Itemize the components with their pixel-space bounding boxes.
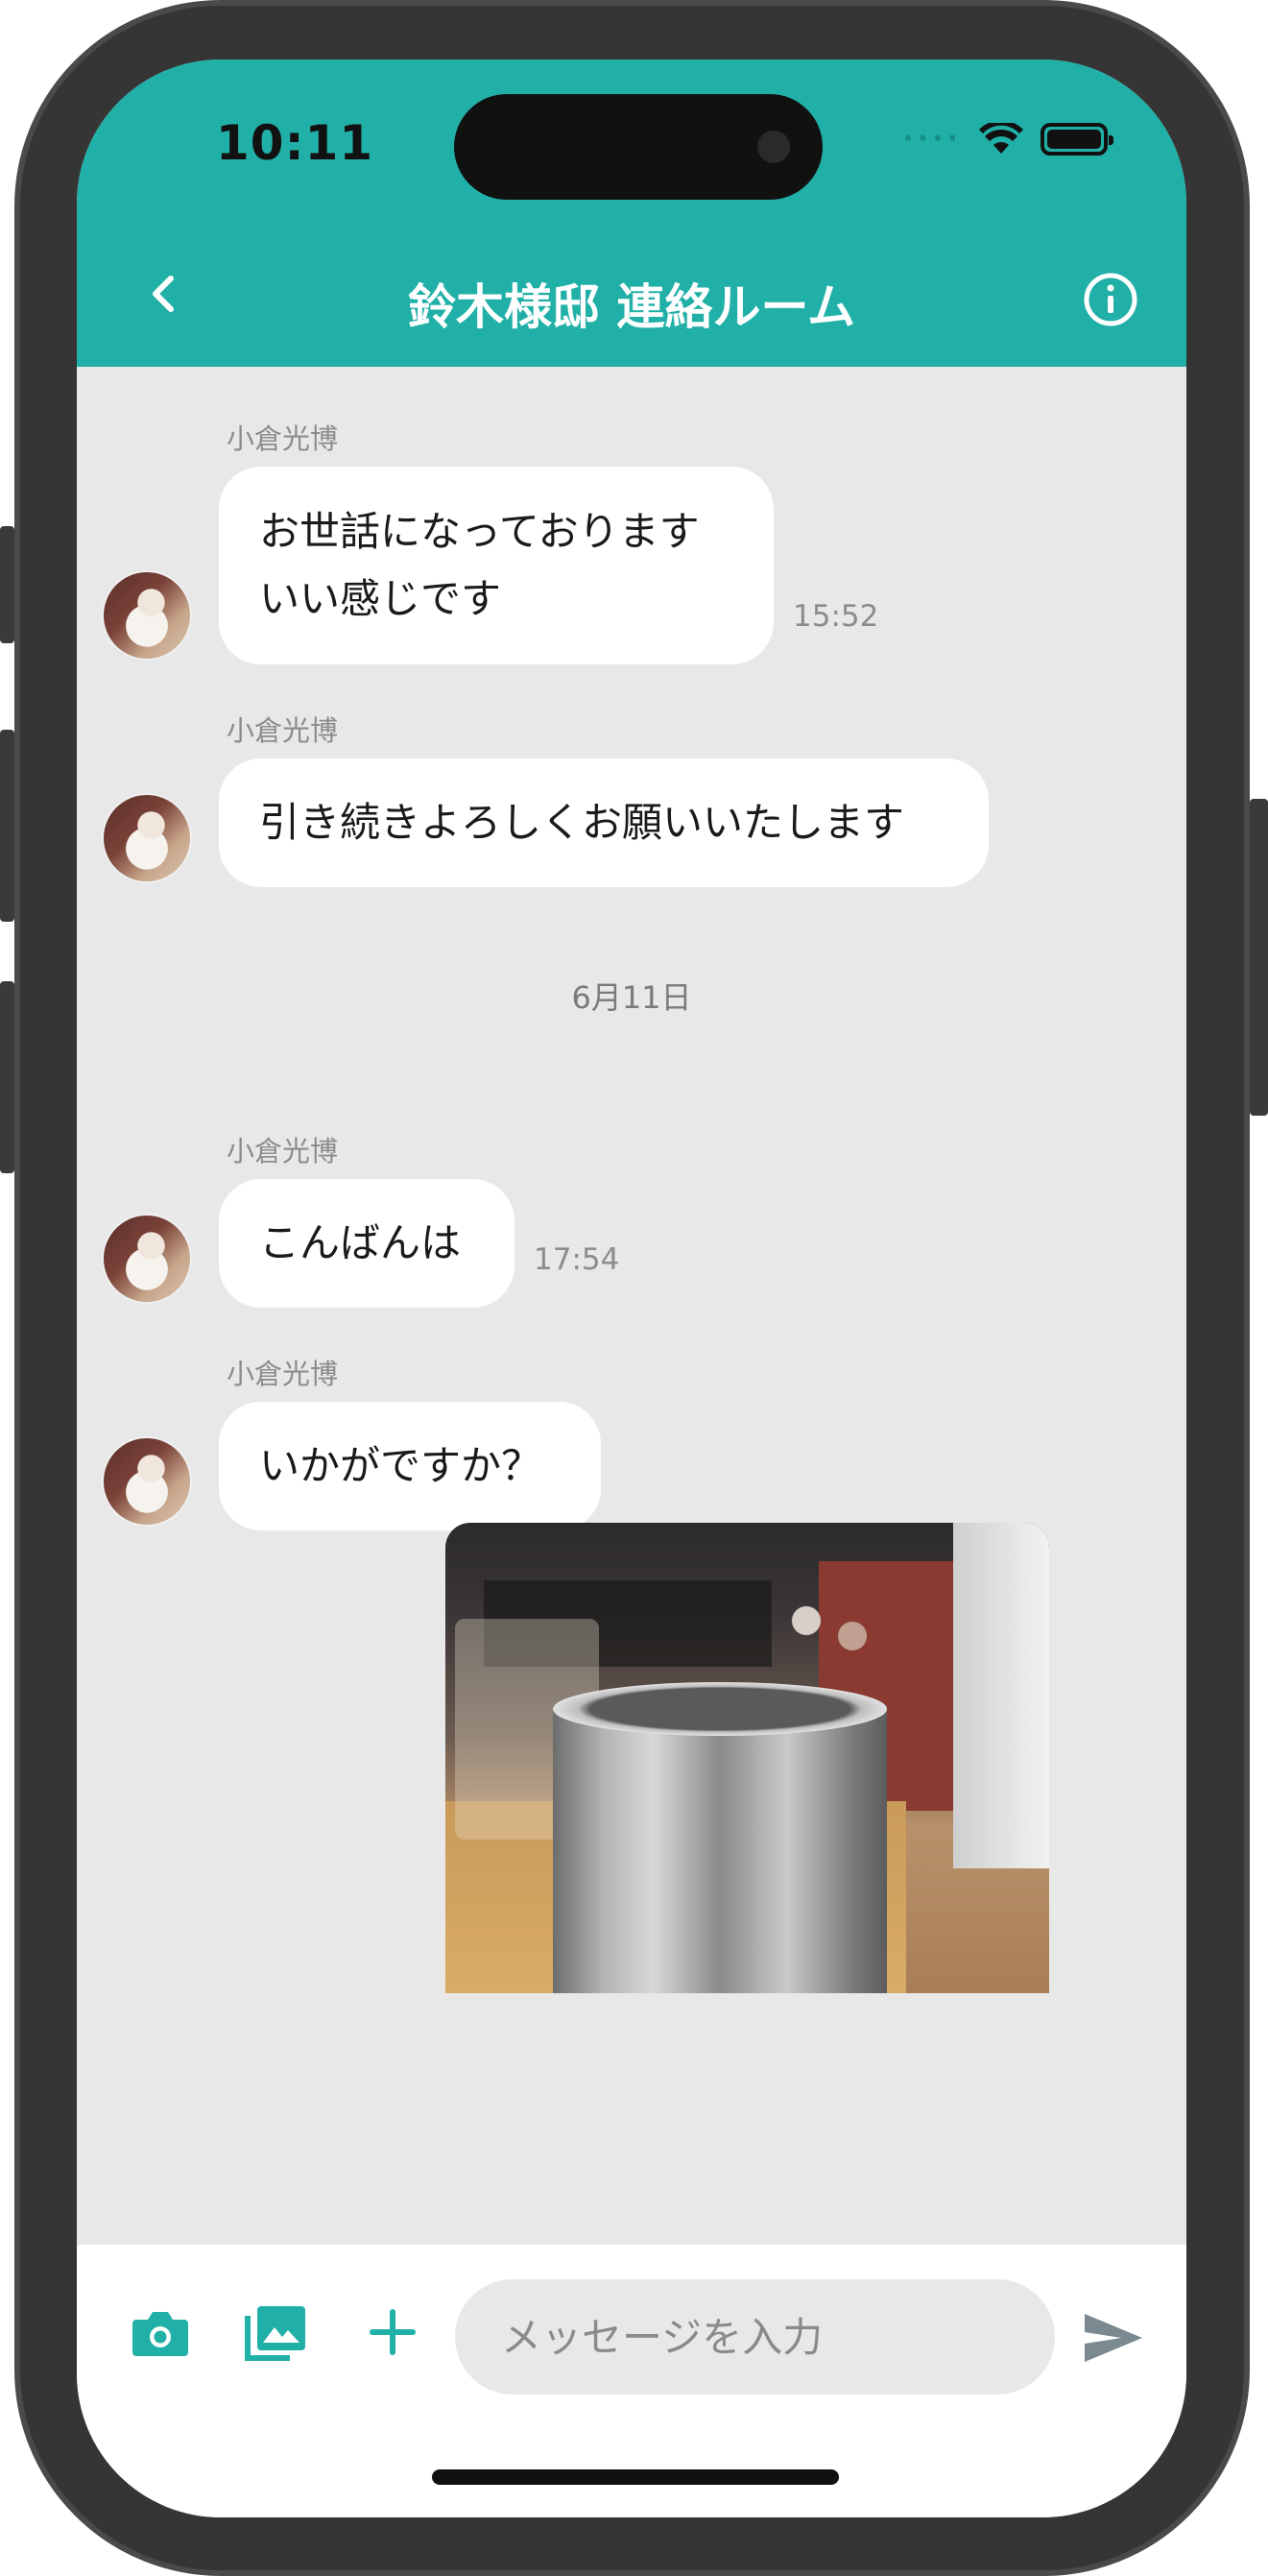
- message-text: いい感じです: [259, 575, 502, 622]
- message-bubble[interactable]: いかがですか？: [219, 1402, 601, 1530]
- side-button: [1250, 799, 1268, 1116]
- message-text: こんばんは: [259, 1219, 462, 1266]
- avatar[interactable]: [102, 793, 192, 883]
- status-time: 10:11: [216, 115, 374, 171]
- message-sender: 小倉光博: [227, 1135, 339, 1168]
- avatar[interactable]: [102, 570, 192, 661]
- status-icons: ····: [902, 122, 1113, 156]
- message-sender: 小倉光博: [227, 422, 339, 455]
- page-title: 鈴木様邸 連絡ルーム: [408, 279, 855, 335]
- message-sender: 小倉光博: [227, 1358, 339, 1390]
- message-text: お世話になっております: [259, 508, 700, 555]
- phone-screen: 10:11 ···· 鈴木様邸 連絡ルーム 小倉光博 お世話になっております い: [77, 60, 1186, 2517]
- date-divider: 6月11日: [571, 979, 692, 1016]
- plus-icon[interactable]: [359, 2299, 426, 2366]
- message-text: 引き続きよろしくお願いいたします: [259, 799, 905, 846]
- battery-icon: [1041, 123, 1113, 156]
- message-bubble[interactable]: お世話になっております いい感じです: [219, 467, 774, 664]
- message-bubble[interactable]: 引き続きよろしくお願いいたします: [219, 758, 989, 887]
- side-button: [0, 526, 14, 643]
- gallery-icon[interactable]: [242, 2299, 309, 2366]
- message-time: 15:52: [793, 599, 879, 634]
- message-time: 17:54: [534, 1242, 620, 1277]
- message-text: いかがですか？: [259, 1442, 542, 1489]
- message-sender: 小倉光博: [227, 714, 339, 747]
- message-bubble[interactable]: こんばんは: [219, 1179, 514, 1308]
- app-header: 10:11 ···· 鈴木様邸 連絡ルーム: [77, 60, 1186, 367]
- info-icon[interactable]: [1083, 272, 1138, 327]
- message-input[interactable]: [455, 2279, 1055, 2395]
- send-icon[interactable]: [1079, 2304, 1146, 2371]
- wifi-icon: [979, 123, 1023, 154]
- side-button: [0, 730, 14, 922]
- photo-message[interactable]: [445, 1523, 1049, 1993]
- avatar[interactable]: [102, 1436, 192, 1527]
- camera-icon[interactable]: [127, 2299, 194, 2366]
- dynamic-island: [454, 94, 823, 200]
- front-camera: [757, 131, 790, 163]
- avatar[interactable]: [102, 1214, 192, 1304]
- side-button: [0, 981, 14, 1173]
- home-indicator[interactable]: [432, 2469, 839, 2485]
- signal-icon: ····: [902, 122, 962, 156]
